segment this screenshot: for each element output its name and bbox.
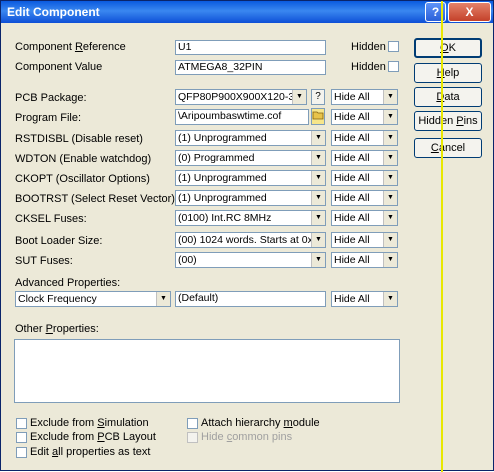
close-button[interactable]: X <box>448 2 491 22</box>
hide-common-pins-checkbox[interactable] <box>187 432 198 443</box>
chevron-down-icon: ▼ <box>383 171 397 185</box>
ckopt-select[interactable]: (1) Unprogrammed ▼ <box>175 170 326 186</box>
edit-all-properties-checkbox[interactable] <box>16 447 27 458</box>
chevron-down-icon: ▼ <box>311 131 325 145</box>
hide-common-pins-label: Hide common pins <box>201 431 293 443</box>
ok-button[interactable]: OK <box>414 38 482 58</box>
wdton-label: WDTON (Enable watchdog) <box>15 153 152 165</box>
advanced-properties-label: Advanced Properties: <box>15 277 121 289</box>
attach-hierarchy-label: Attach hierarchy module <box>201 417 320 429</box>
component-value-input[interactable]: ATMEGA8_32PIN <box>175 60 326 75</box>
chevron-down-icon: ▼ <box>383 191 397 205</box>
exclude-pcb-checkbox[interactable] <box>16 432 27 443</box>
program-file-hide-select[interactable]: Hide All ▼ <box>331 109 398 125</box>
boot-loader-size-label: Boot Loader Size: <box>15 235 103 247</box>
cksel-hide-select[interactable]: Hide All ▼ <box>331 210 398 226</box>
program-file-label: Program File: <box>15 112 82 124</box>
ckopt-hide-select[interactable]: Hide All ▼ <box>331 170 398 186</box>
window-title: Edit Component <box>7 5 100 19</box>
chevron-down-icon: ▼ <box>311 171 325 185</box>
pcb-package-help-button[interactable]: ? <box>311 89 325 105</box>
cancel-button[interactable]: Cancel <box>414 138 482 158</box>
help-button[interactable]: Help <box>414 63 482 83</box>
advanced-property-select[interactable]: Clock Frequency ▼ <box>15 291 171 307</box>
component-reference-label: Component Reference <box>15 41 126 53</box>
ckopt-label: CKOPT (Oscillator Options) <box>15 173 150 185</box>
chevron-down-icon: ▼ <box>383 211 397 225</box>
chevron-down-icon: ▼ <box>311 191 325 205</box>
advanced-property-hide-select[interactable]: Hide All ▼ <box>331 291 398 307</box>
rstdisbl-label: RSTDISBL (Disable reset) <box>15 133 143 145</box>
chevron-down-icon: ▼ <box>311 253 325 267</box>
chevron-down-icon: ▼ <box>311 233 325 247</box>
sut-fuses-select[interactable]: (00) ▼ <box>175 252 326 268</box>
folder-icon[interactable] <box>311 108 325 125</box>
other-properties-label: Other Properties: <box>15 323 99 335</box>
chevron-down-icon: ▼ <box>383 292 397 306</box>
chevron-down-icon: ▼ <box>383 90 397 104</box>
hidden-pins-button[interactable]: Hidden Pins <box>414 111 482 131</box>
program-file-input[interactable]: \Aripoumbaswtime.cof <box>175 109 309 125</box>
bootrst-label: BOOTRST (Select Reset Vector) <box>15 193 175 205</box>
exclude-simulation-checkbox[interactable] <box>16 418 27 429</box>
sut-fuses-hide-select[interactable]: Hide All ▼ <box>331 252 398 268</box>
advanced-property-value-input[interactable]: (Default) <box>175 291 326 307</box>
component-reference-input[interactable]: U1 <box>175 40 326 55</box>
hidden-value-checkbox[interactable] <box>388 61 399 72</box>
attach-hierarchy-checkbox[interactable] <box>187 418 198 429</box>
chevron-down-icon: ▼ <box>383 110 397 124</box>
bootrst-hide-select[interactable]: Hide All ▼ <box>331 190 398 206</box>
chevron-down-icon: ▼ <box>311 211 325 225</box>
hidden-value-label: Hidden <box>351 61 386 73</box>
chevron-down-icon: ▼ <box>383 233 397 247</box>
sut-fuses-label: SUT Fuses: <box>15 255 73 267</box>
cksel-select[interactable]: (0100) Int.RC 8MHz ▼ <box>175 210 326 226</box>
pcb-package-label: PCB Package: <box>15 92 87 104</box>
chevron-down-icon: ▼ <box>383 151 397 165</box>
hidden-reference-checkbox[interactable] <box>388 41 399 52</box>
chevron-down-icon: ▼ <box>292 90 306 104</box>
cksel-label: CKSEL Fuses: <box>15 213 87 225</box>
rstdisbl-hide-select[interactable]: Hide All ▼ <box>331 130 398 146</box>
boot-loader-size-select[interactable]: (00) 1024 words. Starts at 0x0C00▼ <box>175 232 326 248</box>
title-bar: Edit Component ? X <box>1 1 493 23</box>
boot-loader-size-hide-select[interactable]: Hide All ▼ <box>331 232 398 248</box>
chevron-down-icon: ▼ <box>383 131 397 145</box>
hidden-reference-label: Hidden <box>351 41 386 53</box>
chevron-down-icon: ▼ <box>383 253 397 267</box>
wdton-hide-select[interactable]: Hide All ▼ <box>331 150 398 166</box>
rstdisbl-select[interactable]: (1) Unprogrammed ▼ <box>175 130 326 146</box>
exclude-pcb-label: Exclude from PCB Layout <box>30 431 156 443</box>
edit-component-dialog: Edit Component ? X Component Reference U… <box>0 0 494 472</box>
other-properties-textarea[interactable] <box>14 339 400 403</box>
pcb-package-hide-select[interactable]: Hide All ▼ <box>331 89 398 105</box>
chevron-down-icon: ▼ <box>156 292 170 306</box>
data-button[interactable]: Data <box>414 87 482 107</box>
guide-line <box>441 1 443 472</box>
edit-all-properties-label: Edit all properties as text <box>30 446 151 458</box>
pcb-package-select[interactable]: QFP80P900X900X120-32 ▼ <box>175 89 307 105</box>
exclude-simulation-label: Exclude from Simulation <box>30 417 149 429</box>
chevron-down-icon: ▼ <box>311 151 325 165</box>
wdton-select[interactable]: (0) Programmed ▼ <box>175 150 326 166</box>
component-value-label: Component Value <box>15 61 103 73</box>
bootrst-select[interactable]: (1) Unprogrammed ▼ <box>175 190 326 206</box>
